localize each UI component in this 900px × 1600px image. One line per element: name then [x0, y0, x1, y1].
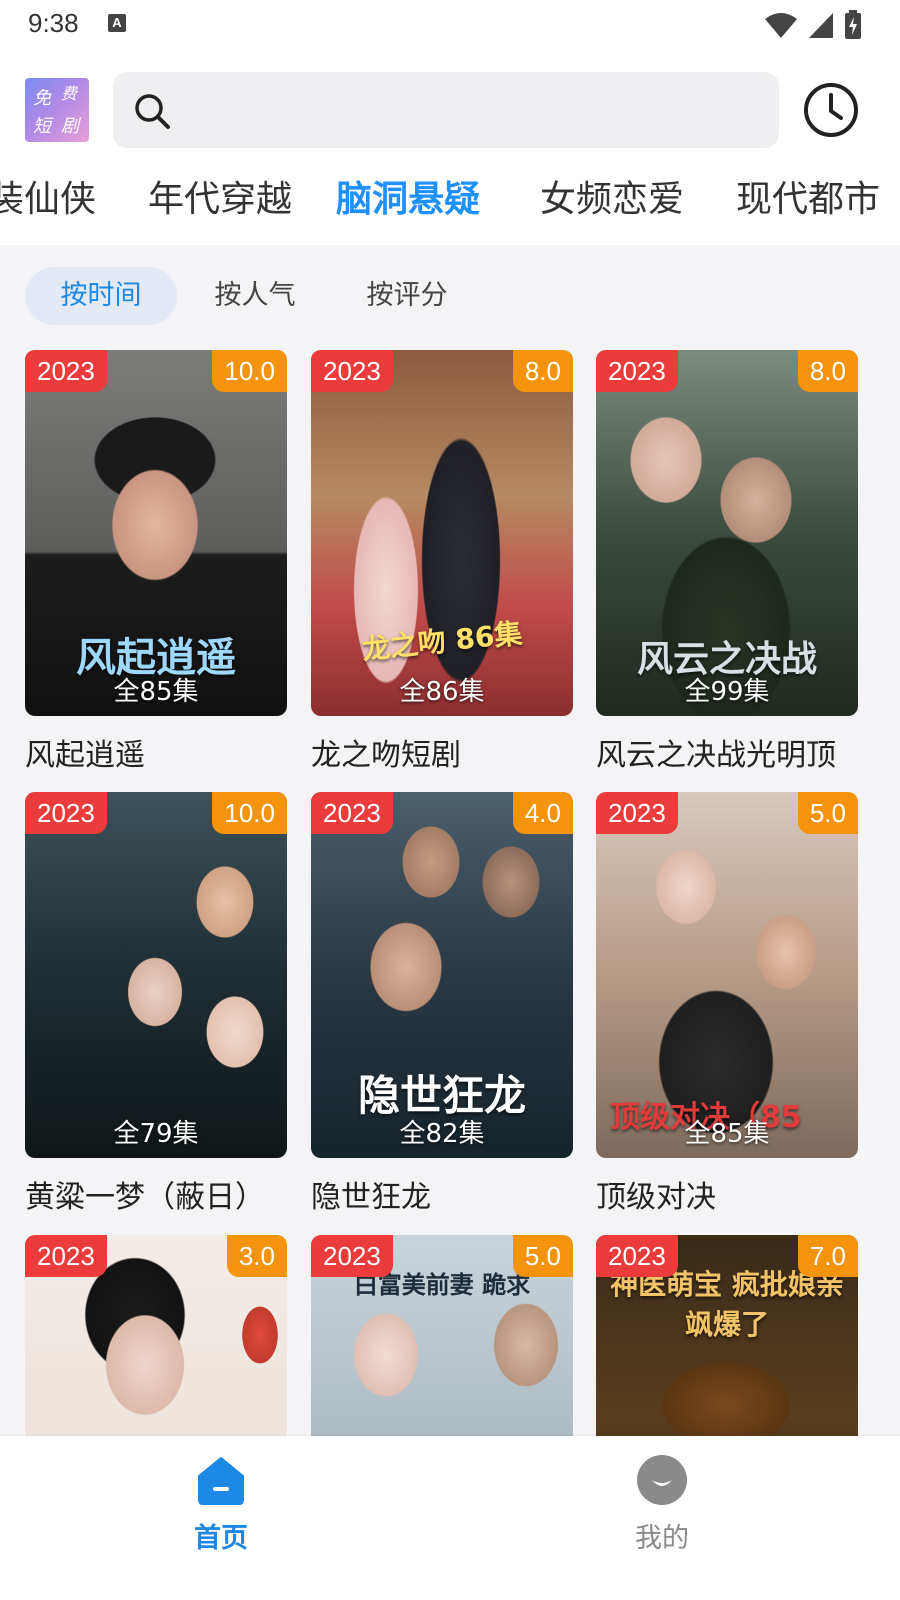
episode-count: 全85集 [684, 1119, 770, 1149]
year-badge: 2023 [596, 792, 678, 834]
status-icons [764, 10, 862, 40]
category-tab-active[interactable]: 脑洞悬疑 [336, 172, 480, 228]
sort-by-rating[interactable]: 按评分 [334, 267, 480, 325]
battery-icon [845, 10, 861, 39]
nav-home-label: 首页 [194, 1523, 248, 1554]
poster-title: 神医萌宝 疯批娘亲飒爆了 [610, 1268, 844, 1341]
drama-title: 风起逍遥 [25, 738, 145, 773]
category-tab[interactable]: 年代穿越 [148, 172, 292, 228]
drama-poster[interactable]: 2023 10.0 全79集 [25, 792, 287, 1158]
drama-poster[interactable]: 风云之决战 2023 8.0 全99集 [596, 350, 858, 716]
drama-card[interactable]: 神医萌宝 疯批娘亲飒爆了 2023 7.0 [596, 1235, 858, 1436]
category-tab[interactable]: 装仙侠 [0, 172, 96, 228]
category-tab[interactable]: 现代都市 [736, 172, 880, 228]
drama-title: 顶级对决 [596, 1180, 716, 1215]
bottom-nav: 首页 我的 [0, 1436, 900, 1600]
year-badge: 2023 [311, 1235, 393, 1277]
sort-bar: 按时间 按人气 按评分 [0, 265, 900, 327]
drama-poster[interactable]: 神医萌宝 疯批娘亲飒爆了 2023 7.0 [596, 1235, 858, 1436]
profile-icon [637, 1455, 687, 1505]
episode-count: 全99集 [684, 677, 770, 707]
score-badge: 4.0 [512, 792, 573, 834]
drama-card[interactable]: 2023 10.0 全79集 黄粱一梦（蔽日） [25, 792, 287, 1216]
search-input[interactable] [113, 72, 779, 148]
logo-char: 费 [61, 84, 78, 103]
drama-card[interactable]: 白富美前妻 跪求 2023 5.0 [311, 1235, 573, 1436]
score-badge: 8.0 [512, 350, 573, 392]
score-badge: 10.0 [212, 792, 287, 834]
drama-card[interactable]: 龙之吻 86集 2023 8.0 全86集 龙之吻短剧 [311, 350, 573, 774]
drama-poster[interactable]: 2023 3.0 [25, 1235, 287, 1436]
episode-count: 全82集 [399, 1119, 485, 1149]
year-badge: 2023 [311, 792, 393, 834]
logo-char: 免 [33, 88, 51, 109]
home-icon [198, 1457, 244, 1505]
logo-char: 剧 [61, 116, 79, 137]
score-badge: 5.0 [512, 1235, 573, 1277]
drama-card[interactable]: 隐世狂龙 2023 4.0 全82集 隐世狂龙 [311, 792, 573, 1216]
score-badge: 3.0 [226, 1235, 287, 1277]
drama-card[interactable]: 风云之决战 2023 8.0 全99集 风云之决战光明顶 [596, 350, 858, 774]
drama-card[interactable]: 顶级对决（85 2023 5.0 全85集 顶级对决 [596, 792, 858, 1216]
score-badge: 5.0 [797, 792, 858, 834]
notification-icon: A [108, 14, 126, 32]
drama-title: 黄粱一梦（蔽日） [25, 1180, 265, 1215]
drama-poster[interactable]: 白富美前妻 跪求 2023 5.0 [311, 1235, 573, 1436]
sort-by-popularity[interactable]: 按人气 [182, 267, 328, 325]
score-badge: 8.0 [797, 350, 858, 392]
wifi-icon [765, 13, 797, 38]
drama-title: 隐世狂龙 [311, 1180, 431, 1215]
year-badge: 2023 [25, 792, 107, 834]
status-bar: 9:38 A [0, 0, 900, 50]
nav-profile-label: 我的 [635, 1523, 689, 1554]
drama-poster[interactable]: 风起逍遥 2023 10.0 全85集 [25, 350, 287, 716]
episode-count: 全85集 [113, 677, 199, 707]
search-icon [135, 94, 170, 129]
year-badge: 2023 [596, 350, 678, 392]
drama-poster[interactable]: 隐世狂龙 2023 4.0 全82集 [311, 792, 573, 1158]
signal-icon [809, 13, 833, 38]
year-badge: 2023 [25, 1235, 107, 1277]
score-badge: 7.0 [797, 1235, 858, 1277]
episode-count: 全86集 [399, 677, 485, 707]
drama-card[interactable]: 2023 3.0 [25, 1235, 287, 1436]
category-tabs: 装仙侠 年代穿越 脑洞悬疑 女频恋爱 现代都市 [0, 172, 900, 232]
drama-poster[interactable]: 龙之吻 86集 2023 8.0 全86集 [311, 350, 573, 716]
logo-char: 短 [33, 116, 51, 137]
category-tab[interactable]: 女频恋爱 [540, 172, 684, 228]
drama-grid: 风起逍遥 2023 10.0 全85集 风起逍遥 龙之吻 86集 2023 8.… [0, 350, 900, 1436]
drama-card[interactable]: 风起逍遥 2023 10.0 全85集 风起逍遥 [25, 350, 287, 774]
history-icon[interactable] [803, 82, 859, 138]
episode-count: 全79集 [113, 1119, 199, 1149]
year-badge: 2023 [596, 1235, 678, 1277]
status-time: 9:38 [28, 8, 79, 38]
header: 免 费 短 剧 装仙侠 年代穿越 脑洞悬疑 女频恋爱 现代都市 [0, 50, 900, 245]
score-badge: 10.0 [212, 350, 287, 392]
drama-title: 龙之吻短剧 [311, 738, 461, 773]
year-badge: 2023 [311, 350, 393, 392]
sort-by-time[interactable]: 按时间 [25, 267, 177, 325]
drama-title: 风云之决战光明顶 [596, 738, 836, 773]
app-logo[interactable]: 免 费 短 剧 [25, 78, 89, 142]
drama-poster[interactable]: 顶级对决（85 2023 5.0 全85集 [596, 792, 858, 1158]
year-badge: 2023 [25, 350, 107, 392]
